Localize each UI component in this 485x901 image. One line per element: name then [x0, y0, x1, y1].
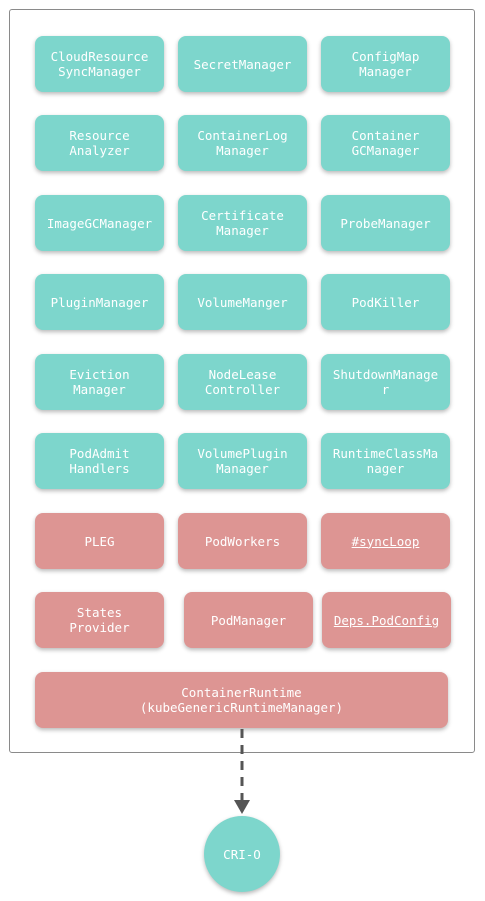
runtime-to-cri-arrow	[234, 729, 250, 814]
cri-o-node: CRI-O	[204, 816, 280, 892]
